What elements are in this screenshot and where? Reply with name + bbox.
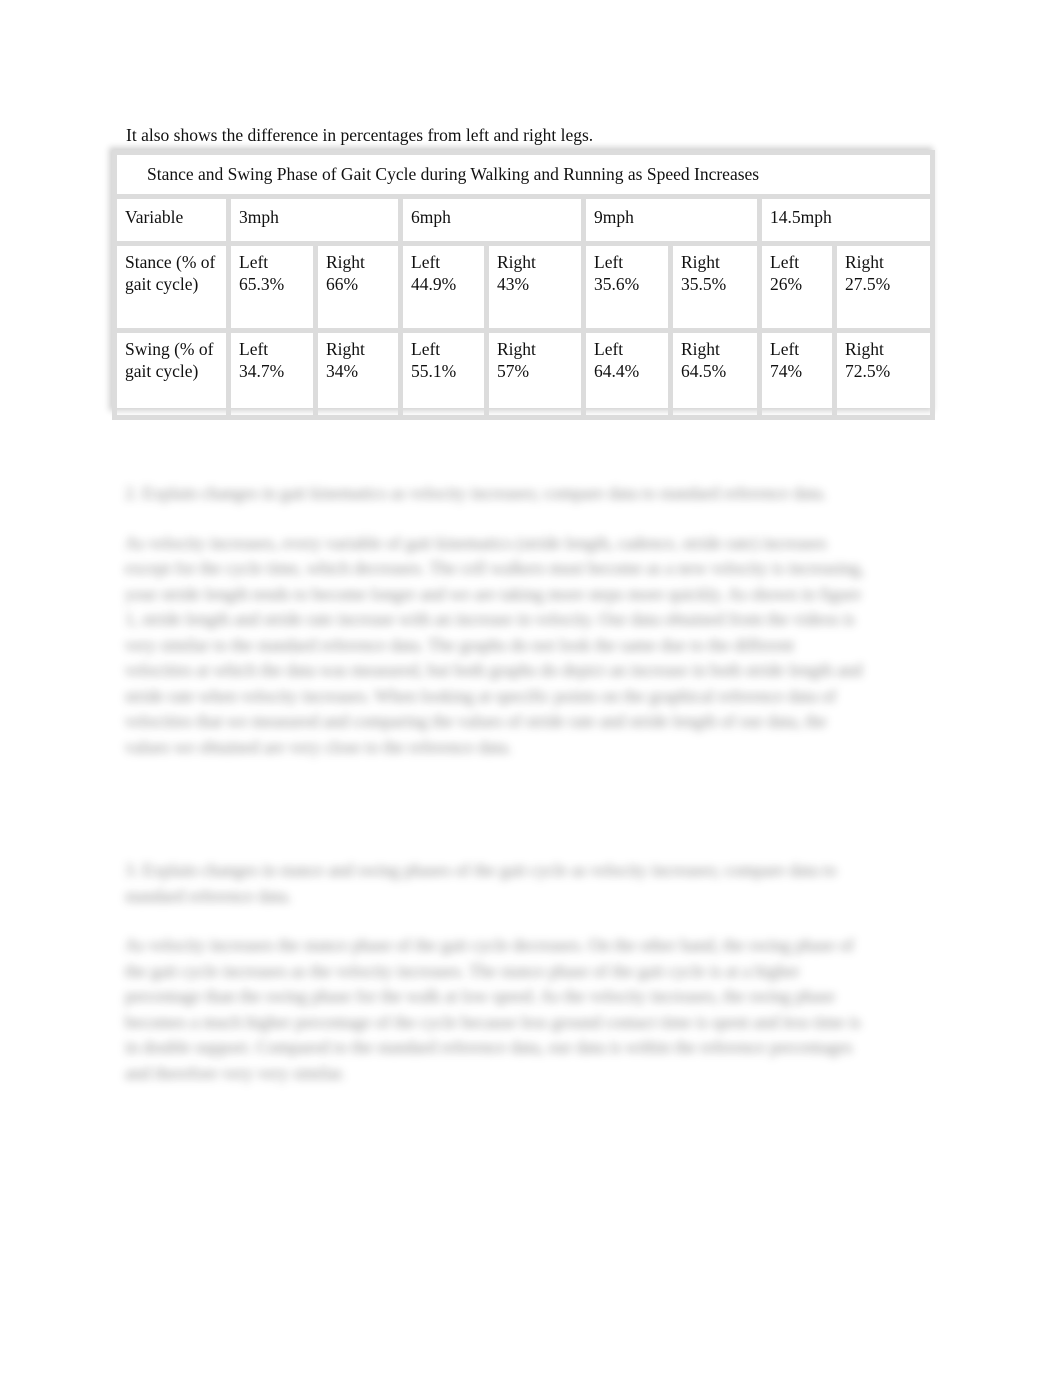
table-cell: Left 74%: [757, 328, 837, 420]
cell-value: 64.4%: [594, 360, 640, 381]
gait-phase-table: Stance and Swing Phase of Gait Cycle dur…: [111, 150, 936, 420]
side-label: Right: [326, 252, 365, 272]
blurred-question: 3. Explain changes in stance and swing p…: [125, 860, 837, 906]
cell-value: 74%: [770, 360, 803, 381]
side-label: Right: [681, 339, 720, 359]
table-row-stance: Stance (% of gait cycle) Left 65.3% Right…: [112, 241, 936, 333]
table-cell: Right 66%: [313, 241, 403, 333]
blurred-section-kinematics: 2. Explain changes in gait kinematics as…: [125, 481, 865, 784]
intro-text: It also shows the difference in percenta…: [126, 125, 594, 145]
speed-header: 9mph: [581, 194, 762, 246]
table-cell: Right 34%: [313, 328, 403, 420]
table-cell: Left 35.6%: [581, 241, 673, 333]
cell-value: 26%: [770, 273, 803, 294]
table-cell: Right 27.5%: [831, 241, 936, 333]
blurred-answer: As velocity increases, every variable of…: [125, 532, 865, 757]
side-label: Left: [411, 339, 441, 359]
table-cell: Left 65.3%: [226, 241, 318, 333]
side-label: Right: [497, 252, 536, 272]
table-row-swing: Swing (% of gait cycle) Left 34.7% Right 3…: [112, 328, 936, 420]
table-cell: Right 64.5%: [668, 328, 762, 420]
cell-value: 34.7%: [239, 360, 285, 381]
side-label: Right: [845, 252, 884, 272]
table-cell: Right 57%: [484, 328, 586, 420]
table-cell: Right 43%: [484, 241, 586, 333]
cell-value: 65.3%: [239, 273, 285, 294]
cell-value: 64.5%: [681, 360, 727, 381]
side-label: Left: [411, 252, 441, 272]
cell-value: 43%: [497, 273, 530, 294]
speed-header: 14.5mph: [756, 194, 936, 246]
cell-value: 27.5%: [845, 273, 891, 294]
cell-value: 35.6%: [594, 273, 640, 294]
cell-value: 35.5%: [681, 273, 727, 294]
row-label: Stance (% of gait cycle): [112, 241, 231, 333]
side-label: Left: [594, 339, 624, 359]
side-label: Left: [239, 339, 269, 359]
table-cell: Left 26%: [757, 241, 837, 333]
row-label: Swing (% of gait cycle): [112, 328, 231, 420]
blurred-section-phases: 3. Explain changes in stance and swing p…: [125, 858, 865, 1110]
variable-header: Variable: [112, 194, 231, 246]
side-label: Left: [594, 252, 624, 272]
cell-value: 72.5%: [845, 360, 891, 381]
cell-value: 66%: [326, 273, 359, 294]
side-label: Left: [770, 252, 800, 272]
blurred-question: 2. Explain changes in gait kinematics as…: [125, 483, 827, 503]
table-caption: Stance and Swing Phase of Gait Cycle dur…: [111, 150, 936, 199]
cell-value: 55.1%: [411, 360, 457, 381]
side-label: Left: [770, 339, 800, 359]
side-label: Right: [845, 339, 884, 359]
speed-header: 6mph: [398, 194, 586, 246]
table-cell: Left 64.4%: [581, 328, 673, 420]
table-cell: Left 55.1%: [398, 328, 489, 420]
table-cell: Left 44.9%: [398, 241, 489, 333]
side-label: Left: [239, 252, 269, 272]
table-cell: Left 34.7%: [226, 328, 318, 420]
cell-value: 34%: [326, 360, 359, 381]
speed-header: 3mph: [226, 194, 403, 246]
side-label: Right: [497, 339, 536, 359]
cell-value: 44.9%: [411, 273, 457, 294]
side-label: Right: [326, 339, 365, 359]
blurred-answer: As velocity increases the stance phase o…: [125, 935, 861, 1083]
side-label: Right: [681, 252, 720, 272]
table-cell: Right 35.5%: [668, 241, 762, 333]
cell-value: 57%: [497, 360, 530, 381]
table-cell: Right 72.5%: [831, 328, 936, 420]
gait-table-container: Stance and Swing Phase of Gait Cycle dur…: [111, 150, 936, 420]
